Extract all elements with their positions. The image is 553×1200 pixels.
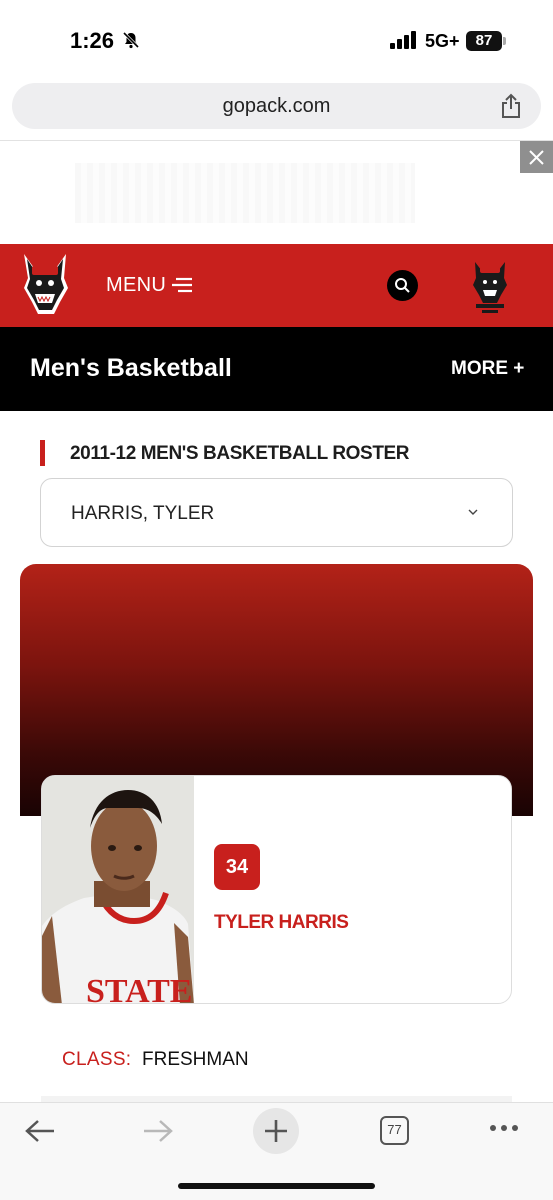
site-header: MENU	[0, 244, 553, 327]
signal-icon	[390, 31, 416, 49]
wolfpack-club-logo-icon[interactable]	[470, 258, 510, 316]
home-indicator	[178, 1183, 375, 1189]
status-bar: 1:26 5G+ 87	[0, 0, 553, 80]
url-text[interactable]: gopack.com	[12, 83, 541, 129]
more-options-icon[interactable]	[489, 1123, 519, 1133]
ad-close-button[interactable]	[520, 141, 553, 173]
jersey-number-badge: 34	[214, 844, 260, 890]
back-arrow-icon[interactable]	[24, 1119, 56, 1143]
forward-arrow-icon[interactable]	[142, 1119, 174, 1143]
battery-indicator: 87	[466, 31, 502, 51]
menu-button-label[interactable]: MENU	[106, 274, 166, 297]
address-bar[interactable]: gopack.com	[12, 83, 541, 129]
class-value: FRESHMAN	[142, 1049, 249, 1070]
menu-icon[interactable]	[172, 277, 192, 293]
heading-accent-bar	[40, 440, 45, 466]
chevron-down-icon	[468, 509, 478, 515]
bell-slash-icon	[122, 31, 140, 49]
sport-title[interactable]: Men's Basketball	[30, 354, 232, 383]
close-icon	[529, 150, 544, 165]
roster-title: 2011-12 MEN'S BASKETBALL ROSTER	[70, 443, 410, 464]
search-icon	[395, 278, 410, 293]
player-photo: STATE	[42, 776, 194, 1004]
class-label: CLASS:	[62, 1049, 132, 1070]
share-icon[interactable]	[500, 93, 522, 119]
new-tab-button[interactable]	[253, 1108, 299, 1154]
player-name: TYLER HARRIS	[214, 912, 349, 933]
plus-icon	[265, 1120, 287, 1142]
sport-header: Men's Basketball MORE +	[0, 327, 553, 411]
search-button[interactable]	[387, 270, 418, 301]
ad-banner	[0, 141, 553, 244]
network-label: 5G+	[425, 31, 460, 51]
tabs-count-button[interactable]: 77	[380, 1116, 409, 1145]
more-button[interactable]: MORE +	[451, 358, 524, 380]
wolf-logo-icon[interactable]	[18, 250, 72, 320]
status-time: 1:26	[70, 28, 115, 53]
player-select-value: HARRIS, TYLER	[71, 503, 215, 524]
ad-placeholder	[75, 163, 415, 223]
battery-tip	[503, 37, 506, 45]
player-select-dropdown[interactable]: HARRIS, TYLER	[40, 478, 513, 547]
svg-text:STATE: STATE	[86, 973, 192, 1004]
player-card: STATE 34 TYLER HARRIS	[41, 775, 512, 1004]
